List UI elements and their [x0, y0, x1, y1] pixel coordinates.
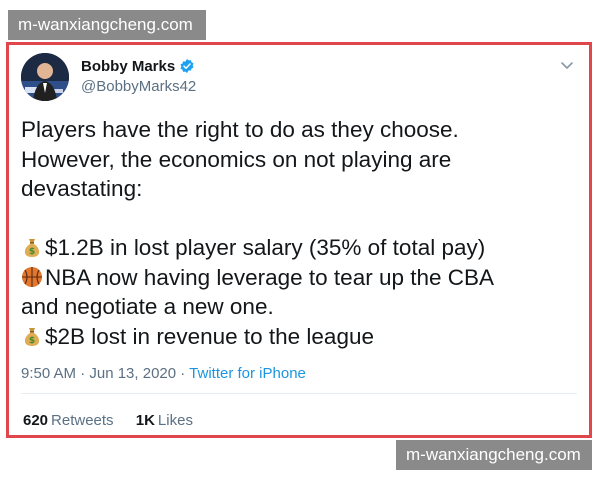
chevron-down-icon[interactable] — [559, 57, 575, 73]
display-name[interactable]: Bobby Marks — [81, 58, 175, 75]
display-name-row: Bobby Marks — [81, 56, 196, 76]
basketball-icon — [21, 266, 43, 288]
watermark-bottom: m-wanxiangcheng.com — [396, 440, 592, 470]
divider — [21, 393, 577, 394]
tweet-card: Bobby Marks @BobbyMarks42 Players have t… — [6, 42, 592, 438]
tweet-header: Bobby Marks @BobbyMarks42 — [21, 53, 577, 101]
tweet-line-2: However, the economics on not playing ar… — [21, 146, 452, 172]
tweet-stats: 620 Retweets 1K Likes — [23, 412, 211, 429]
retweets-stat[interactable]: 620 Retweets — [23, 412, 114, 429]
tweet-line-4: $1.2B in lost player salary (35% of tota… — [45, 235, 486, 260]
tweet-bullet-revenue: $ $2B lost in revenue to the league — [21, 322, 581, 352]
tweet-line-6: and negotiate a new one. — [21, 294, 274, 319]
svg-text:$: $ — [29, 336, 35, 346]
page: m-wanxiangcheng.com Bobby Marks @BobbyMa… — [0, 0, 600, 480]
user-handle[interactable]: @BobbyMarks42 — [81, 78, 196, 95]
likes-label: Likes — [157, 412, 193, 429]
tweet-timestamp[interactable]: 9:50 AM · Jun 13, 2020 · — [21, 365, 189, 382]
verified-badge-icon — [179, 58, 195, 74]
tweet-source-link[interactable]: Twitter for iPhone — [189, 365, 306, 382]
likes-stat[interactable]: 1K Likes — [136, 412, 193, 429]
money-bag-icon: $ — [21, 236, 43, 258]
tweet-bullet-salary: $ $1.2B in lost player salary (35% of to… — [21, 233, 581, 263]
tweet-bullet-leverage: NBA now having leverage to tear up the C… — [21, 263, 581, 293]
watermark-top: m-wanxiangcheng.com — [8, 10, 206, 40]
tweet-line-7: $2B lost in revenue to the league — [45, 323, 374, 349]
tweet-meta: 9:50 AM · Jun 13, 2020 · Twitter for iPh… — [21, 365, 306, 382]
money-bag-icon: $ — [21, 325, 43, 347]
svg-text:$: $ — [29, 247, 35, 257]
likes-count: 1K — [135, 412, 155, 429]
avatar-image — [21, 53, 69, 101]
retweets-label: Retweets — [51, 412, 114, 429]
retweets-count: 620 — [23, 412, 49, 429]
tweet-line-3: devastating: — [21, 176, 143, 201]
tweet-line-5: NBA now having leverage to tear up the C… — [45, 264, 495, 290]
user-info: Bobby Marks @BobbyMarks42 — [81, 56, 196, 96]
tweet-line-1: Players have the right to do as they cho… — [21, 117, 459, 142]
avatar[interactable] — [21, 53, 69, 101]
tweet-text: Players have the right to do as they cho… — [21, 115, 581, 351]
